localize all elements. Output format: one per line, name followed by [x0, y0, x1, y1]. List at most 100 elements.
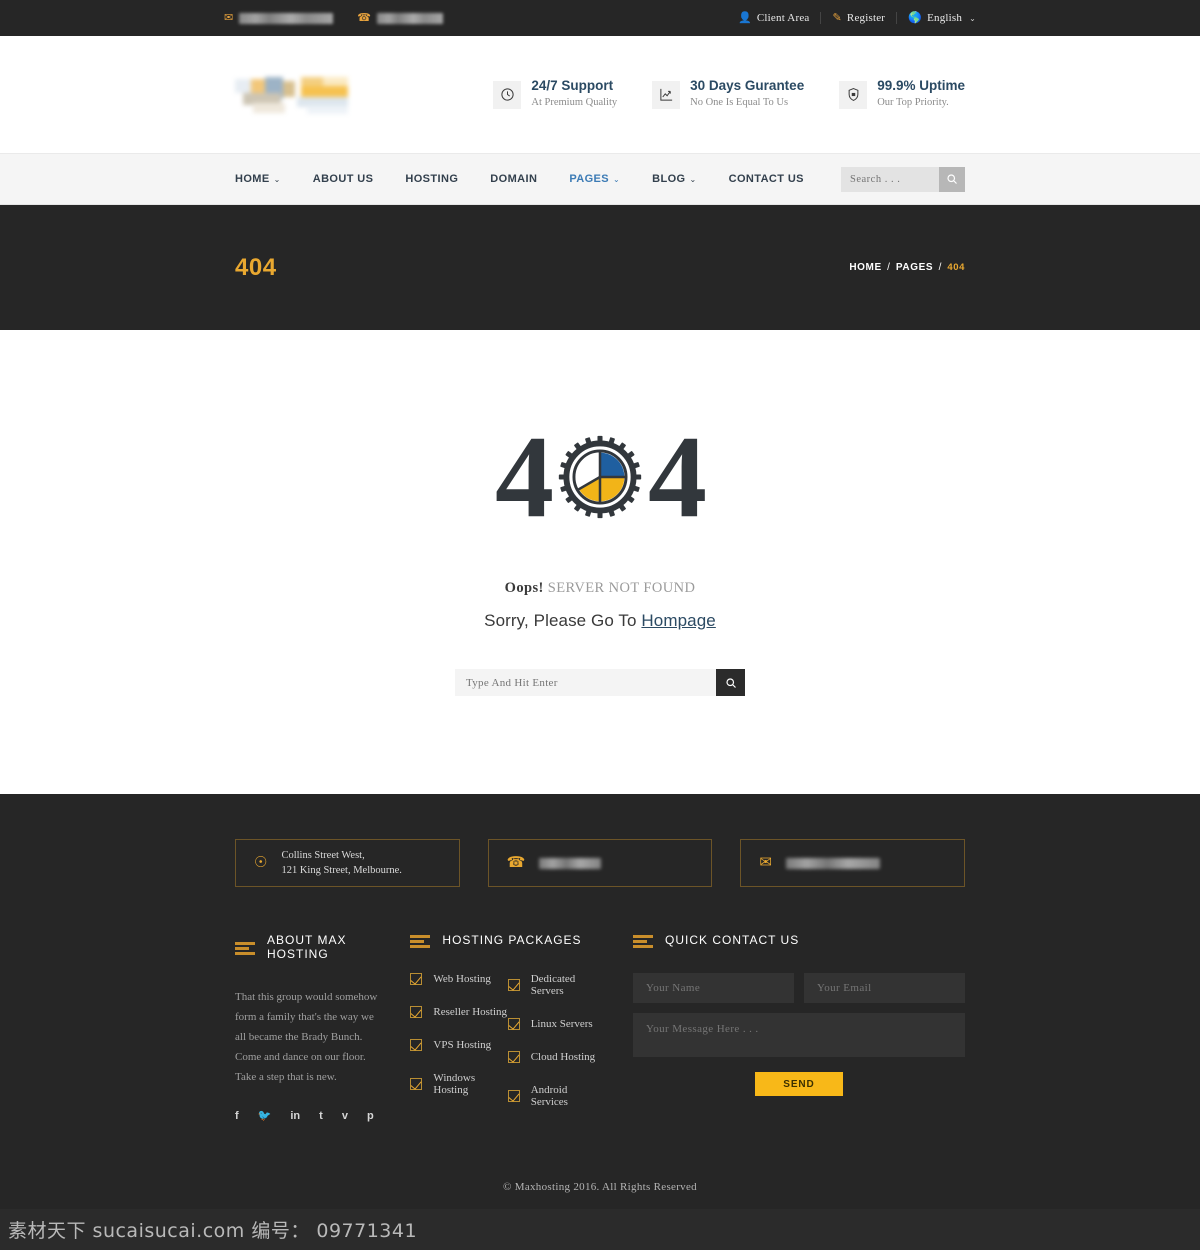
- vimeo-icon[interactable]: v: [342, 1109, 348, 1122]
- error-search-button[interactable]: [716, 669, 745, 696]
- packages-column-2: Dedicated Servers Linux Servers Cloud Ho…: [507, 973, 605, 1129]
- contact-name-input[interactable]: [633, 973, 794, 1003]
- package-label: Windows Hosting: [433, 1072, 476, 1096]
- phone-icon: ☎: [357, 11, 371, 24]
- error-message-prefix: Sorry, Please Go To: [484, 611, 642, 630]
- footer-packages-heading-text: HOSTING PACKAGES: [442, 933, 582, 947]
- error-search-input[interactable]: [455, 669, 716, 696]
- error-subtitle: Oops! SERVER NOT FOUND: [0, 580, 1200, 597]
- footer-columns: ABOUT MAX HOSTING That this group would …: [235, 933, 965, 1129]
- phone-icon: ☎: [506, 854, 526, 871]
- check-icon: [507, 979, 520, 991]
- breadcrumb-home[interactable]: HOME: [849, 262, 881, 273]
- nav-item-blog[interactable]: BLOG ⌄: [636, 173, 713, 185]
- nav-item-domain[interactable]: DOMAIN: [474, 173, 553, 185]
- error-digit-left: 4: [495, 411, 554, 542]
- error-message: Sorry, Please Go To Hompage: [0, 611, 1200, 631]
- nav-item-about-us[interactable]: ABOUT US: [297, 173, 390, 185]
- site-logo[interactable]: [235, 75, 348, 115]
- globe-icon: 🌎: [908, 11, 923, 24]
- feature-guarantee: 30 Days Gurantee No One Is Equal To Us: [652, 78, 804, 111]
- envelope-icon: ✉: [759, 854, 772, 871]
- error-oops-label: Oops!: [504, 580, 544, 596]
- top-bar-email[interactable]: ✉: [224, 11, 334, 24]
- check-icon: [507, 1090, 520, 1102]
- homepage-link[interactable]: Hompage: [641, 611, 715, 630]
- twitter-icon[interactable]: 🐦: [258, 1109, 272, 1122]
- footer-packages-heading: HOSTING PACKAGES: [410, 933, 605, 948]
- breadcrumb-section[interactable]: PAGES: [896, 262, 933, 273]
- feature-uptime-sub: Our Top Priority.: [877, 97, 949, 109]
- footer-email-redacted: [785, 857, 880, 869]
- footer-email-box[interactable]: ✉: [740, 839, 966, 887]
- facebook-icon[interactable]: f: [235, 1109, 239, 1122]
- error-search: [455, 669, 745, 696]
- footer-contact-boxes: ☉ Collins Street West, 121 King Street, …: [235, 839, 966, 887]
- nav-search: [841, 166, 965, 192]
- feature-support-sub: At Premium Quality: [531, 97, 618, 109]
- list-item[interactable]: Windows Hosting: [410, 1072, 507, 1096]
- pinterest-icon[interactable]: p: [367, 1109, 374, 1122]
- chevron-down-icon: ⌄: [689, 174, 697, 184]
- breadcrumb-separator-2: /: [938, 262, 942, 273]
- package-label: Reseller Hosting: [433, 1006, 508, 1018]
- list-item[interactable]: Dedicated Servers: [507, 973, 605, 997]
- nav-search-input[interactable]: [841, 166, 939, 192]
- packages-column-1: Web Hosting Reseller Hosting VPS Hosting: [410, 973, 507, 1129]
- contact-email-input[interactable]: [804, 973, 965, 1003]
- user-icon: 👤: [737, 11, 752, 24]
- list-item[interactable]: Linux Servers: [507, 1018, 605, 1030]
- feature-uptime: 99.9% Uptime Our Top Priority.: [839, 78, 965, 111]
- nav-item-pages[interactable]: PAGES ⌄: [553, 173, 636, 185]
- shield-lock-icon: [839, 80, 868, 109]
- feature-uptime-title: 99.9% Uptime: [877, 78, 965, 94]
- chevron-down-icon: ⌄: [613, 174, 621, 184]
- error-status-text: SERVER NOT FOUND: [547, 580, 696, 596]
- nav-label-contact-us: CONTACT US: [728, 173, 804, 185]
- site-header: 24/7 Support At Premium Quality 30 Days …: [0, 36, 1200, 153]
- breadcrumb-current: 404: [947, 262, 965, 273]
- client-area-link[interactable]: 👤 Client Area: [727, 12, 822, 24]
- phone-redacted: [376, 12, 443, 24]
- register-label: Register: [846, 12, 886, 24]
- package-label: Linux Servers: [530, 1018, 593, 1030]
- linkedin-icon[interactable]: in: [290, 1109, 300, 1122]
- chart-up-icon: [652, 80, 681, 109]
- map-pin-icon: ☉: [254, 854, 268, 871]
- footer-address-line1: Collins Street West,: [281, 849, 365, 861]
- list-item[interactable]: Cloud Hosting: [507, 1051, 605, 1063]
- check-icon: [507, 1018, 520, 1030]
- footer-address-line2: 121 King Street, Melbourne.: [281, 865, 402, 876]
- package-label: Dedicated Servers: [530, 973, 576, 997]
- package-label: VPS Hosting: [433, 1039, 492, 1051]
- list-item[interactable]: VPS Hosting: [410, 1039, 507, 1051]
- check-icon: [410, 1006, 423, 1018]
- clock-icon: [493, 80, 522, 109]
- top-bar-links: 👤 Client Area ✎ Register 🌎 English ⌄: [727, 12, 976, 24]
- top-bar-phone[interactable]: ☎: [357, 11, 443, 24]
- nav-label-domain: DOMAIN: [490, 173, 538, 185]
- nav-item-hosting[interactable]: HOSTING: [389, 173, 474, 185]
- footer-phone-box[interactable]: ☎: [487, 839, 713, 887]
- footer-contact-column: QUICK CONTACT US SEND: [633, 933, 965, 1129]
- contact-message-input[interactable]: [633, 1013, 965, 1057]
- nav-search-button[interactable]: [939, 166, 965, 192]
- list-item[interactable]: Android Services: [507, 1084, 605, 1108]
- breadcrumb: HOME / PAGES / 404: [849, 262, 965, 273]
- list-item[interactable]: Reseller Hosting: [410, 1006, 507, 1018]
- tumblr-icon[interactable]: t: [319, 1109, 323, 1122]
- footer-address-box[interactable]: ☉ Collins Street West, 121 King Street, …: [235, 839, 460, 887]
- list-item[interactable]: Web Hosting: [410, 973, 507, 985]
- copyright-text: © Maxhosting 2016. All Rights Reserved: [503, 1181, 697, 1193]
- check-icon: [410, 973, 423, 985]
- nav-item-contact-us[interactable]: CONTACT US: [713, 173, 820, 185]
- send-button[interactable]: SEND: [755, 1072, 843, 1096]
- register-link[interactable]: ✎ Register: [821, 12, 898, 24]
- heading-marker-icon: [633, 935, 653, 948]
- footer-packages-column: HOSTING PACKAGES Web Hosting Reseller Ho…: [410, 933, 605, 1129]
- package-label: Android Services: [530, 1084, 568, 1108]
- nav-item-home[interactable]: HOME ⌄: [235, 173, 297, 185]
- envelope-icon: ✉: [224, 11, 234, 24]
- language-selector[interactable]: 🌎 English ⌄: [897, 12, 976, 24]
- nav-label-blog: BLOG: [652, 173, 686, 185]
